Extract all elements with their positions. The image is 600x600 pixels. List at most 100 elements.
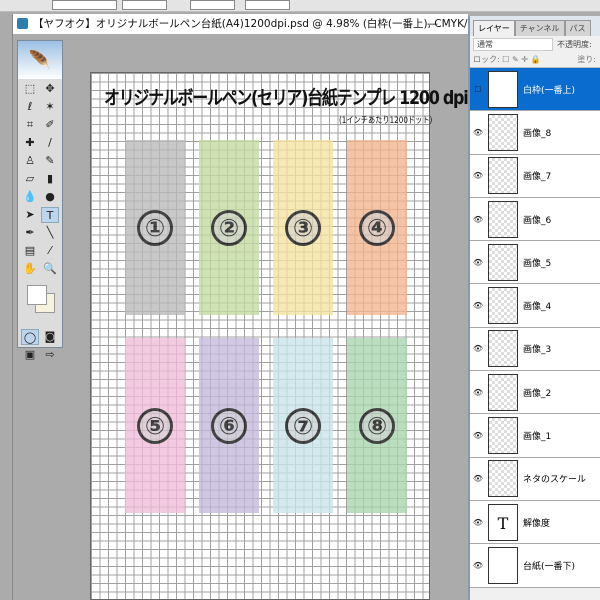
magic-wand-tool-icon[interactable]: ✶ bbox=[41, 99, 59, 115]
lasso-tool-icon[interactable]: ℓ bbox=[21, 99, 39, 115]
quick-mask-icon[interactable]: ◙ bbox=[41, 329, 59, 345]
layer-row[interactable]: 👁 T 解像度 bbox=[470, 500, 600, 545]
layer-thumbnail bbox=[488, 330, 518, 368]
layer-row[interactable]: 👁 画像_6 bbox=[470, 197, 600, 242]
color-block-8: ⑧ bbox=[347, 338, 407, 513]
eye-icon[interactable]: 👁 bbox=[470, 258, 486, 267]
layer-row[interactable]: 👁 台紙(一番下) bbox=[470, 544, 600, 588]
eye-icon[interactable]: 👁 bbox=[470, 128, 486, 137]
document-canvas[interactable]: オリジナルボールペン(セリア)台紙テンプレ 1200 dpi (1インチあたり1… bbox=[90, 72, 469, 600]
layer-name: 画像_7 bbox=[523, 172, 552, 183]
layer-thumbnail bbox=[488, 460, 518, 498]
layer-row[interactable]: 👁 画像_7 bbox=[470, 154, 600, 198]
layer-name: 台紙(一番下) bbox=[523, 561, 576, 572]
toolbox: 🪶 ⬚ ✥ ℓ ✶ ⌗ ✐ ✚ / ♙ ✎ ▱ ▮ 💧 ● ➤ T ✒ ╲ ▤ ⁄ ✋ 🔍 ◯ ◙ ▣ ⇨ bbox=[17, 40, 63, 361]
slice-tool-icon[interactable]: ✐ bbox=[41, 117, 59, 133]
minimize-button[interactable]: — bbox=[427, 14, 438, 34]
type-tool-icon[interactable]: T bbox=[41, 207, 59, 223]
layer-row[interactable]: 👁 画像_2 bbox=[470, 371, 600, 415]
eye-icon[interactable]: 👁 bbox=[470, 171, 486, 180]
healing-tool-icon[interactable]: ✚ bbox=[21, 135, 39, 151]
block-number: ⑥ bbox=[211, 407, 247, 444]
tab-layers[interactable]: レイヤー bbox=[473, 20, 515, 36]
layer-name: 画像_3 bbox=[523, 345, 552, 356]
brush-tool-icon[interactable]: / bbox=[41, 135, 59, 151]
notes-tool-icon[interactable]: ▤ bbox=[21, 243, 39, 259]
eye-icon[interactable]: 👁 bbox=[470, 561, 486, 570]
path-select-tool-icon[interactable]: ➤ bbox=[21, 207, 39, 223]
layer-row[interactable]: 👁 画像_4 bbox=[470, 284, 600, 328]
tab-paths[interactable]: パス bbox=[564, 20, 591, 36]
layer-row[interactable]: 👁 画像_5 bbox=[470, 241, 600, 285]
color-block-7: ⑦ bbox=[273, 338, 333, 513]
eye-icon[interactable]: 👁 bbox=[470, 474, 486, 483]
eye-icon[interactable]: 👁 bbox=[470, 431, 486, 440]
layer-thumbnail bbox=[488, 417, 518, 455]
block-number: ⑧ bbox=[359, 407, 395, 444]
color-block-6: ⑥ bbox=[199, 338, 259, 513]
tab-channels[interactable]: チャンネル bbox=[514, 20, 565, 36]
screen-mode-icon[interactable]: ▣ bbox=[21, 347, 39, 363]
blend-mode-select[interactable]: 通常 bbox=[473, 37, 553, 51]
color-block-1: ① bbox=[125, 140, 185, 315]
layer-name: 画像_8 bbox=[523, 128, 552, 139]
line-tool-icon[interactable]: ╲ bbox=[41, 225, 59, 241]
option-field[interactable] bbox=[122, 0, 167, 10]
layer-name: 画像_1 bbox=[523, 432, 552, 443]
eyedropper-tool-icon[interactable]: ⁄ bbox=[41, 243, 59, 259]
layer-name: 画像_5 bbox=[523, 258, 552, 269]
canvas-heading: オリジナルボールペン(セリア)台紙テンプレ 1200 dpi bbox=[104, 87, 469, 109]
fill-label: 塗り: bbox=[577, 55, 596, 64]
block-number: ③ bbox=[285, 209, 321, 246]
color-block-5: ⑤ bbox=[125, 338, 185, 513]
document-titlebar[interactable]: 【ヤフオク】オリジナルボールペン台紙(A4)1200dpi.psd @ 4.98… bbox=[13, 14, 478, 34]
block-number: ① bbox=[137, 209, 173, 246]
layer-row[interactable]: 👁 画像_1 bbox=[470, 414, 600, 458]
opacity-label: 不透明度: bbox=[557, 39, 592, 49]
layer-name: 画像_4 bbox=[523, 302, 552, 313]
layer-name: 解像度 bbox=[523, 518, 551, 529]
crop-tool-icon[interactable]: ⌗ bbox=[21, 117, 39, 133]
visibility-toggle[interactable]: ☐ bbox=[470, 85, 486, 94]
eye-icon[interactable]: 👁 bbox=[470, 215, 486, 224]
options-bar bbox=[0, 0, 600, 12]
eye-icon[interactable]: 👁 bbox=[470, 388, 486, 397]
layers-panel: レイヤー チャンネル パス 通常 不透明度: ロック: ☐ ✎ ✛ 🔒 塗り: … bbox=[468, 16, 600, 600]
canvas-subheading: (1インチあたり1200ドット) bbox=[339, 116, 433, 126]
layer-name: 画像_2 bbox=[523, 388, 552, 399]
jump-to-imageready-icon[interactable]: ⇨ bbox=[41, 347, 59, 363]
dodge-tool-icon[interactable]: ● bbox=[41, 189, 59, 205]
gradient-tool-icon[interactable]: ▮ bbox=[41, 171, 59, 187]
hand-tool-icon[interactable]: ✋ bbox=[21, 261, 39, 277]
layer-thumbnail bbox=[488, 200, 518, 238]
layer-name: ネタのスケール bbox=[523, 475, 587, 486]
option-field[interactable] bbox=[245, 0, 290, 10]
eye-icon[interactable]: 👁 bbox=[470, 344, 486, 353]
layer-thumbnail bbox=[488, 546, 518, 584]
foreground-color[interactable] bbox=[27, 285, 47, 305]
layer-row[interactable]: 👁 画像_3 bbox=[470, 327, 600, 372]
zoom-tool-icon[interactable]: 🔍 bbox=[41, 261, 59, 277]
history-brush-tool-icon[interactable]: ✎ bbox=[41, 153, 59, 169]
photoshop-icon bbox=[17, 18, 28, 29]
eraser-tool-icon[interactable]: ▱ bbox=[21, 171, 39, 187]
layer-thumbnail bbox=[488, 113, 518, 151]
layer-row[interactable]: 👁 ネタのスケール bbox=[470, 457, 600, 501]
eye-icon[interactable]: 👁 bbox=[470, 518, 486, 527]
layer-thumbnail bbox=[488, 70, 518, 108]
stamp-tool-icon[interactable]: ♙ bbox=[21, 153, 39, 169]
lock-icons[interactable]: ☐ ✎ ✛ 🔒 bbox=[502, 55, 540, 64]
option-field[interactable] bbox=[190, 0, 235, 10]
standard-mode-icon[interactable]: ◯ bbox=[21, 329, 39, 345]
layer-row[interactable]: ☐ 白枠(一番上) bbox=[470, 68, 600, 112]
pen-tool-icon[interactable]: ✒ bbox=[21, 225, 39, 241]
layer-thumbnail bbox=[488, 287, 518, 325]
marquee-tool-icon[interactable]: ⬚ bbox=[21, 81, 39, 97]
color-block-3: ③ bbox=[273, 140, 333, 315]
move-tool-icon[interactable]: ✥ bbox=[41, 81, 59, 97]
option-field[interactable] bbox=[52, 0, 117, 10]
blur-tool-icon[interactable]: 💧 bbox=[21, 189, 39, 205]
color-swatches[interactable] bbox=[21, 283, 59, 323]
layer-row[interactable]: 👁 画像_8 bbox=[470, 111, 600, 155]
eye-icon[interactable]: 👁 bbox=[470, 301, 486, 310]
